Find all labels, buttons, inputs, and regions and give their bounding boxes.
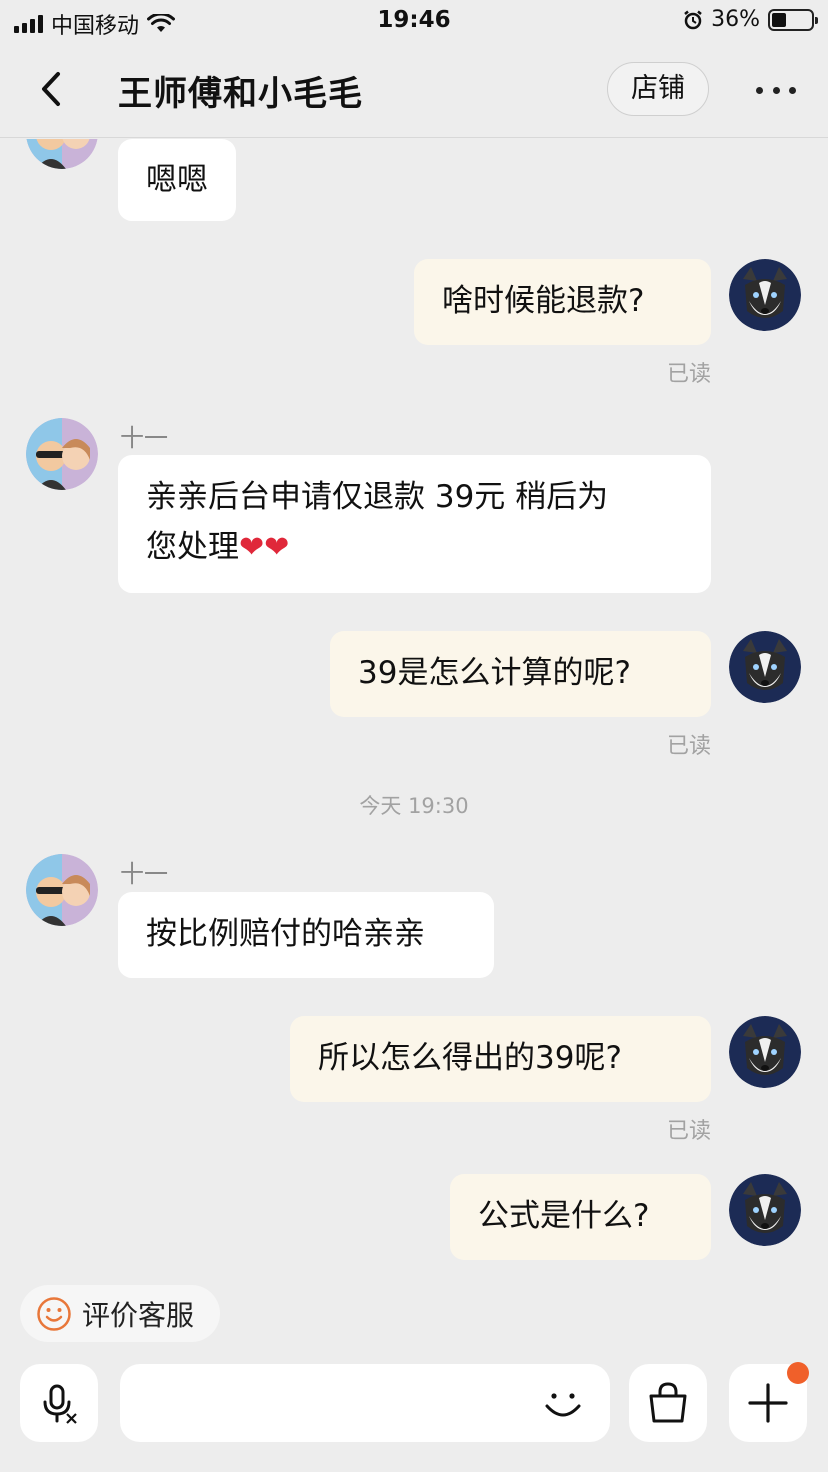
smile-icon bbox=[37, 1296, 71, 1331]
order-button[interactable] bbox=[629, 1364, 707, 1442]
status-bar: 中国移动 19:46 36% bbox=[0, 0, 828, 42]
message-input-box[interactable] bbox=[120, 1364, 610, 1442]
emoji-icon[interactable] bbox=[540, 1380, 586, 1426]
message-text: 亲亲后台申请仅退款 39元 稍后为 bbox=[146, 479, 609, 515]
alarm-icon bbox=[684, 10, 702, 29]
notification-dot bbox=[787, 1362, 809, 1384]
plus-icon bbox=[748, 1383, 788, 1423]
user-avatar[interactable] bbox=[729, 259, 801, 331]
message-bubble[interactable]: 39是怎么计算的呢? bbox=[330, 631, 711, 717]
battery-fill bbox=[772, 12, 786, 27]
sender-name: 十一 bbox=[120, 860, 168, 888]
battery-icon bbox=[768, 8, 818, 31]
message-text-line2: 您处理 bbox=[146, 529, 239, 565]
rate-service-button[interactable]: 评价客服 bbox=[20, 1285, 220, 1342]
heart-emoji: ❤❤ bbox=[239, 530, 290, 565]
more-icon[interactable] bbox=[748, 72, 804, 108]
message-input[interactable] bbox=[140, 1378, 520, 1428]
user-avatar[interactable] bbox=[729, 631, 801, 703]
sender-name: 十一 bbox=[120, 424, 168, 452]
voice-button[interactable] bbox=[20, 1364, 98, 1442]
message-text: 39是怎么计算的呢? bbox=[358, 655, 631, 691]
shopping-bag-icon bbox=[649, 1382, 687, 1423]
message-bubble[interactable]: 嗯嗯 bbox=[118, 139, 236, 221]
message-text: 嗯嗯 bbox=[146, 162, 208, 198]
user-avatar[interactable] bbox=[729, 1174, 801, 1246]
message-text: 按比例赔付的哈亲亲 bbox=[146, 916, 425, 952]
message-bubble[interactable]: 按比例赔付的哈亲亲 bbox=[118, 892, 494, 978]
user-avatar[interactable] bbox=[729, 1016, 801, 1088]
seller-avatar[interactable] bbox=[26, 854, 98, 926]
message-bubble[interactable]: 公式是什么? bbox=[450, 1174, 711, 1260]
chat-title: 王师傅和小毛毛 bbox=[118, 74, 363, 114]
rate-service-label: 评价客服 bbox=[82, 1298, 195, 1332]
read-status: 已读 bbox=[667, 734, 712, 759]
message-bubble[interactable]: 亲亲后台申请仅退款 39元 稍后为 您处理❤❤ bbox=[118, 455, 711, 593]
chat-area[interactable]: 嗯嗯 啥时候能退款? 已读 十一 亲亲后台申请仅退款 39元 稍后为 您处理❤❤… bbox=[0, 139, 828, 1271]
voice-icon bbox=[43, 1384, 77, 1424]
store-button[interactable]: 店铺 bbox=[607, 62, 709, 116]
message-text: 啥时候能退款? bbox=[442, 283, 645, 319]
nav-bar: 王师傅和小毛毛 店铺 bbox=[0, 42, 828, 138]
battery-percent: 36% bbox=[711, 7, 760, 32]
more-actions-button[interactable] bbox=[729, 1362, 809, 1442]
message-bubble[interactable]: 啥时候能退款? bbox=[414, 259, 711, 345]
message-bubble[interactable]: 所以怎么得出的39呢? bbox=[290, 1016, 711, 1102]
message-text: 公式是什么? bbox=[478, 1198, 650, 1234]
status-right: 36% bbox=[683, 7, 818, 32]
read-status: 已读 bbox=[667, 1119, 712, 1144]
seller-avatar[interactable] bbox=[26, 139, 98, 169]
seller-avatar[interactable] bbox=[26, 418, 98, 490]
back-icon[interactable] bbox=[30, 64, 74, 114]
read-status: 已读 bbox=[667, 362, 712, 387]
message-text: 所以怎么得出的39呢? bbox=[318, 1040, 622, 1076]
chat-timestamp: 今天 19:30 bbox=[359, 794, 469, 818]
